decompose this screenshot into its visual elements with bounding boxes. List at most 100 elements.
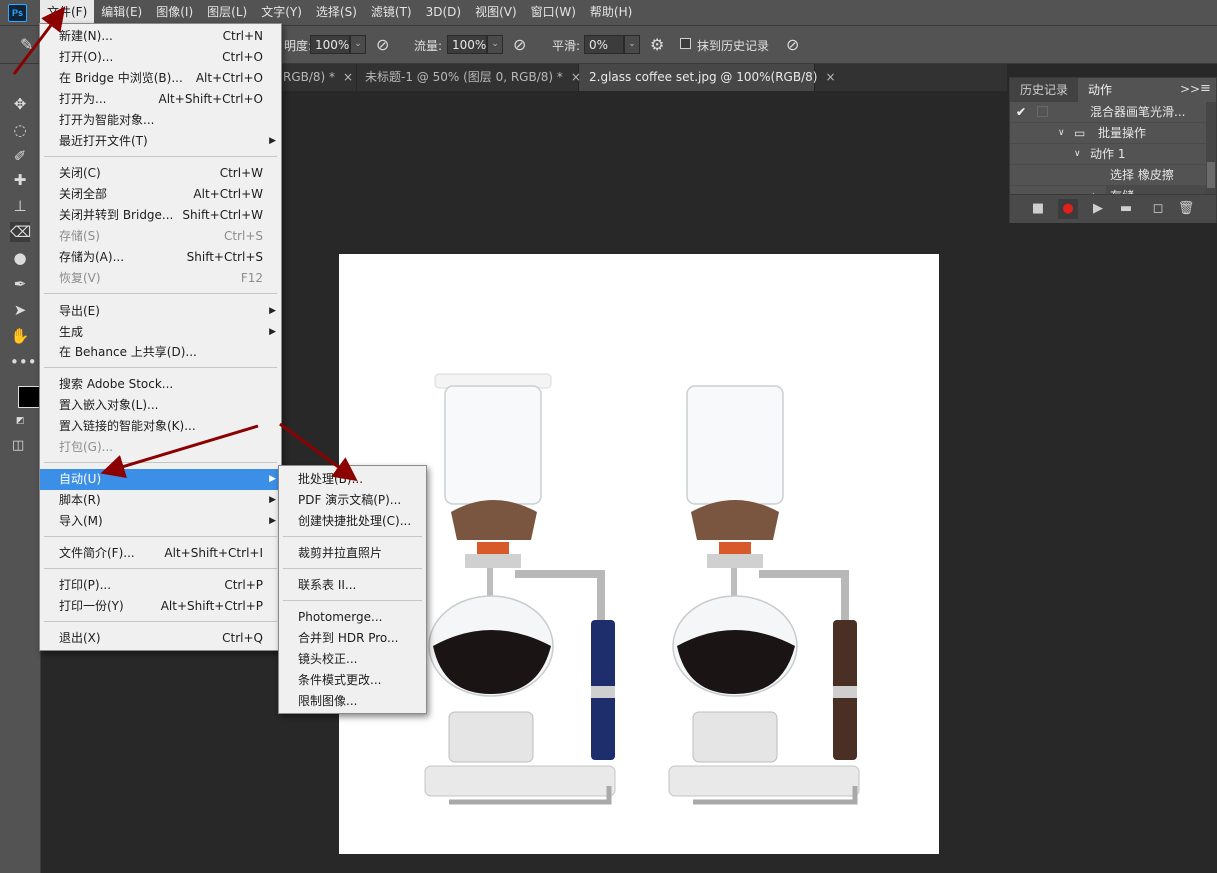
menu-item-place-linked[interactable]: 置入链接的智能对象(K)... (40, 416, 281, 437)
move-tool-icon[interactable]: ✥ (10, 94, 30, 114)
tab-history[interactable]: 历史记录 (1010, 78, 1079, 102)
action-set-batch[interactable]: ✔ ∨ ▭ 批量操作 (1010, 105, 1206, 144)
close-icon[interactable]: × (343, 70, 353, 84)
chevron-down-icon[interactable]: ∨ (1058, 123, 1065, 143)
opacity-dropdown[interactable]: ⌄ (350, 35, 366, 54)
tab-actions[interactable]: 动作 (1078, 78, 1123, 102)
panel-menu-icon[interactable]: ≡ (1200, 81, 1211, 96)
smooth-dropdown[interactable]: ⌄ (624, 35, 640, 54)
check-icon[interactable]: ✔ (1016, 102, 1028, 122)
tab-document-1[interactable]: RGB/8) * × (279, 64, 357, 91)
pressure-size-icon[interactable]: ⊘ (786, 35, 799, 54)
menu-item-fit-image[interactable]: 限制图像... (279, 691, 426, 712)
menu-item-print[interactable]: 打印(P)... Ctrl+P (40, 575, 281, 596)
menu-item-save-as[interactable]: 存储为(A)... Shift+Ctrl+S (40, 247, 281, 268)
menu-item-exit[interactable]: 退出(X) Ctrl+Q (40, 628, 281, 649)
foreground-color-swatch[interactable] (18, 386, 40, 408)
eraser-preset-icon[interactable]: ✎ (20, 35, 33, 54)
menu-item-create-droplet[interactable]: 创建快捷批处理(C)... (279, 511, 426, 532)
menu-image[interactable]: 图像(I) (149, 0, 200, 25)
menu-item-place-embedded[interactable]: 置入嵌入对象(L)... (40, 395, 281, 416)
menu-item-browse-bridge[interactable]: 在 Bridge 中浏览(B)... Alt+Ctrl+O (40, 68, 281, 89)
menu-item-merge-hdr[interactable]: 合并到 HDR Pro... (279, 628, 426, 649)
menu-help[interactable]: 帮助(H) (583, 0, 639, 25)
chevron-down-icon[interactable]: ∨ (1074, 144, 1081, 164)
swap-colors-icon[interactable]: ◩ (16, 416, 25, 426)
smooth-input[interactable]: 0% (584, 35, 624, 54)
menu-view[interactable]: 视图(V) (468, 0, 524, 25)
menu-item-scripts[interactable]: 脚本(R) ▶ (40, 490, 281, 511)
menu-item-open[interactable]: 打开(O)... Ctrl+O (40, 47, 281, 68)
menu-item-generate[interactable]: 生成 ▶ (40, 322, 281, 343)
menu-item-close-go-bridge[interactable]: 关闭并转到 Bridge... Shift+Ctrl+W (40, 205, 281, 226)
action-item-action1[interactable]: ✔ ∨ 动作 1 (1010, 105, 1206, 165)
lasso-tool-icon[interactable]: ◌ (10, 120, 30, 140)
brush-tool-icon[interactable]: ✐ (10, 146, 30, 166)
menu-item-lens-correction[interactable]: 镜头校正... (279, 649, 426, 670)
gear-icon[interactable]: ⚙ (650, 35, 664, 54)
stop-icon[interactable]: ■ (1028, 199, 1048, 219)
panel-collapse-icon[interactable]: >> (1180, 82, 1200, 96)
menu-item-search-adobe-stock[interactable]: 搜索 Adobe Stock... (40, 374, 281, 395)
dialog-toggle-box[interactable] (1037, 106, 1048, 117)
menu-window[interactable]: 窗口(W) (524, 0, 583, 25)
menu-item-print-one[interactable]: 打印一份(Y) Alt+Shift+Ctrl+P (40, 596, 281, 617)
menu-item-close[interactable]: 关闭(C) Ctrl+W (40, 163, 281, 184)
menu-item-import[interactable]: 导入(M) ▶ (40, 511, 281, 532)
menu-item-close-all[interactable]: 关闭全部 Alt+Ctrl+W (40, 184, 281, 205)
flow-input[interactable]: 100% (447, 35, 487, 54)
eraser-tool-icon[interactable]: ⌫ (10, 222, 31, 242)
menu-item-open-smart-object[interactable]: 打开为智能对象... (40, 110, 281, 131)
opacity-input[interactable]: 100% (310, 35, 350, 54)
menu-file[interactable]: 文件(F) (40, 0, 95, 25)
trash-icon[interactable]: 🗑 (1176, 199, 1196, 219)
menu-item-label: 置入链接的智能对象(K)... (59, 419, 196, 433)
new-action-icon[interactable]: ◻ (1148, 199, 1168, 219)
menu-filter[interactable]: 滤镜(T) (364, 0, 419, 25)
menu-item-photomerge[interactable]: Photomerge... (279, 607, 426, 628)
stamp-tool-icon[interactable]: ⊥ (10, 196, 30, 216)
path-selection-icon[interactable]: ➤ (10, 300, 30, 320)
menu-item-new[interactable]: 新建(N)... Ctrl+N (40, 26, 281, 47)
new-set-folder-icon[interactable]: ▬ (1116, 199, 1136, 219)
pressure-opacity-icon[interactable]: ⊘ (376, 35, 389, 54)
menu-item-file-info[interactable]: 文件简介(F)... Alt+Shift+Ctrl+I (40, 543, 281, 564)
menu-item-batch[interactable]: 批处理(B)... (279, 469, 426, 490)
flow-dropdown[interactable]: ⌄ (487, 35, 503, 54)
menu-item-recent-files[interactable]: 最近打开文件(T) ▶ (40, 131, 281, 152)
action-step-select-eraser[interactable]: ✔ 选择 橡皮擦 (1010, 105, 1206, 186)
shortcut-label: Ctrl+S (223, 229, 263, 243)
menu-item-share-behance[interactable]: 在 Behance 上共享(D)... (40, 342, 281, 363)
menu-select[interactable]: 选择(S) (309, 0, 364, 25)
tab-document-2[interactable]: 未标题-1 @ 50% (图层 0, RGB/8) * × (357, 64, 581, 91)
tab-document-3[interactable]: 2.glass coffee set.jpg @ 100%(RGB/8) × (579, 64, 836, 91)
menu-item-automate[interactable]: 自动(U) ▶ (40, 469, 281, 490)
menu-item-contact-sheet[interactable]: 联系表 II... (279, 575, 426, 596)
menu-edit[interactable]: 编辑(E) (94, 0, 149, 25)
menu-item-export[interactable]: 导出(E) ▶ (40, 301, 281, 322)
menu-separator (283, 536, 422, 537)
play-icon[interactable]: ▶ (1088, 199, 1108, 219)
menu-item-package: 打包(G)... (40, 437, 281, 458)
record-icon[interactable]: ● (1058, 199, 1078, 219)
hand-tool-icon[interactable]: ✋ (10, 326, 30, 346)
menu-layer[interactable]: 图层(L) (200, 0, 254, 25)
close-icon[interactable]: × (825, 70, 835, 84)
quick-mask-icon[interactable]: ◫ (12, 438, 24, 453)
panel-scrollbar[interactable] (1206, 102, 1216, 194)
menu-item-conditional-mode[interactable]: 条件模式更改... (279, 670, 426, 691)
menu-item-pdf-presentation[interactable]: PDF 演示文稿(P)... (279, 490, 426, 511)
erase-history-checkbox[interactable] (680, 38, 691, 49)
airbrush-icon[interactable]: ⊘ (513, 35, 526, 54)
document-canvas[interactable] (339, 254, 939, 854)
more-tools-icon[interactable]: ••• (10, 352, 37, 372)
pen-tool-icon[interactable]: ✒ (10, 274, 30, 294)
menu-type[interactable]: 文字(Y) (254, 0, 309, 25)
chevron-right-icon[interactable]: › (1092, 186, 1096, 194)
blur-tool-icon[interactable]: ● (10, 248, 30, 268)
menu-3d[interactable]: 3D(D) (419, 0, 468, 25)
menu-item-open-as[interactable]: 打开为... Alt+Shift+Ctrl+O (40, 89, 281, 110)
menu-item-crop-straighten[interactable]: 裁剪并拉直照片 (279, 543, 426, 564)
healing-brush-icon[interactable]: ✚ (10, 170, 30, 190)
action-step-save[interactable]: ✔ › 存储 (1010, 105, 1206, 194)
